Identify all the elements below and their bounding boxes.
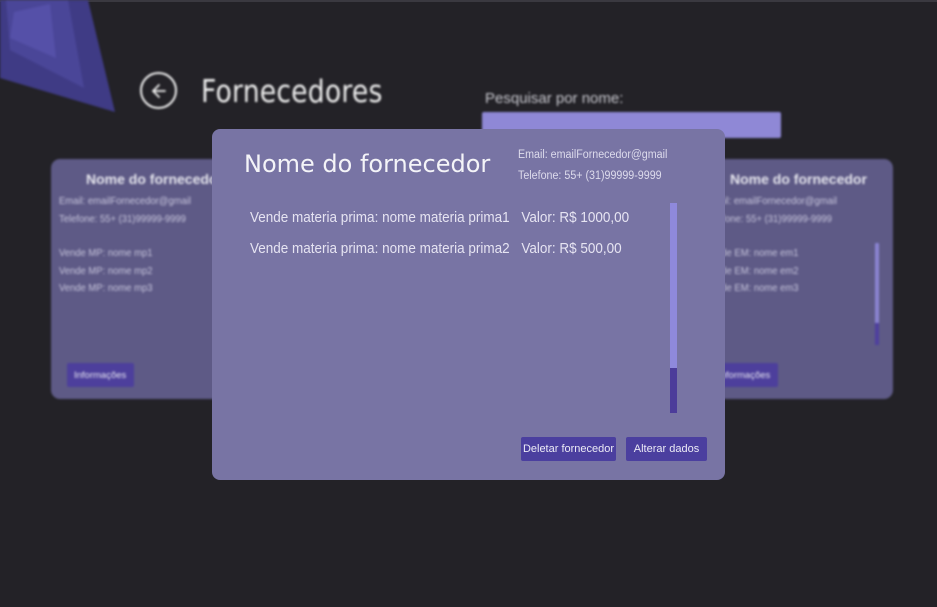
raw-material-value: Valor: R$ 500,00	[521, 240, 622, 257]
decorative-triangle-shape	[0, 0, 115, 112]
raw-material-label: Vende materia prima: nome materia prima1	[250, 209, 510, 226]
list-item: Vende MP: nome mp2	[59, 265, 153, 277]
supplier-email: Email: emailFornecedor@gmail	[59, 195, 191, 207]
supplier-name: Nome do fornecedor	[730, 171, 867, 187]
info-button[interactable]: Informações	[67, 363, 134, 387]
raw-material-row: Vende materia prima: nome materia prima2…	[250, 240, 622, 260]
list-item: Vende MP: nome mp1	[59, 247, 153, 259]
search-label: Pesquisar por nome:	[485, 90, 624, 107]
supplier-name: Nome do fornecedor	[86, 171, 223, 187]
scrollbar-thumb[interactable]	[670, 368, 677, 413]
supplier-phone: Telefone: 55+ (31)99999-9999	[59, 213, 186, 225]
edit-data-button[interactable]: Alterar dados	[626, 437, 707, 461]
page-title: Fornecedores	[201, 74, 383, 110]
raw-material-row: Vende materia prima: nome materia prima1…	[250, 209, 629, 229]
delete-supplier-button[interactable]: Deletar fornecedor	[521, 437, 616, 461]
raw-material-value: Valor: R$ 1000,00	[521, 209, 630, 226]
modal-phone: Telefone: 55+ (31)99999-9999	[518, 170, 662, 182]
supplier-details-modal: Nome do fornecedor Email: emailFornecedo…	[212, 129, 725, 480]
scrollbar-thumb[interactable]	[875, 323, 879, 345]
back-button[interactable]	[140, 72, 177, 109]
arrow-left-icon	[151, 83, 166, 98]
modal-title: Nome do fornecedor	[244, 150, 491, 178]
raw-material-label: Vende materia prima: nome materia prima2	[250, 240, 510, 257]
modal-email: Email: emailFornecedor@gmail	[518, 149, 668, 161]
list-item: Vende MP: nome mp3	[59, 282, 153, 294]
